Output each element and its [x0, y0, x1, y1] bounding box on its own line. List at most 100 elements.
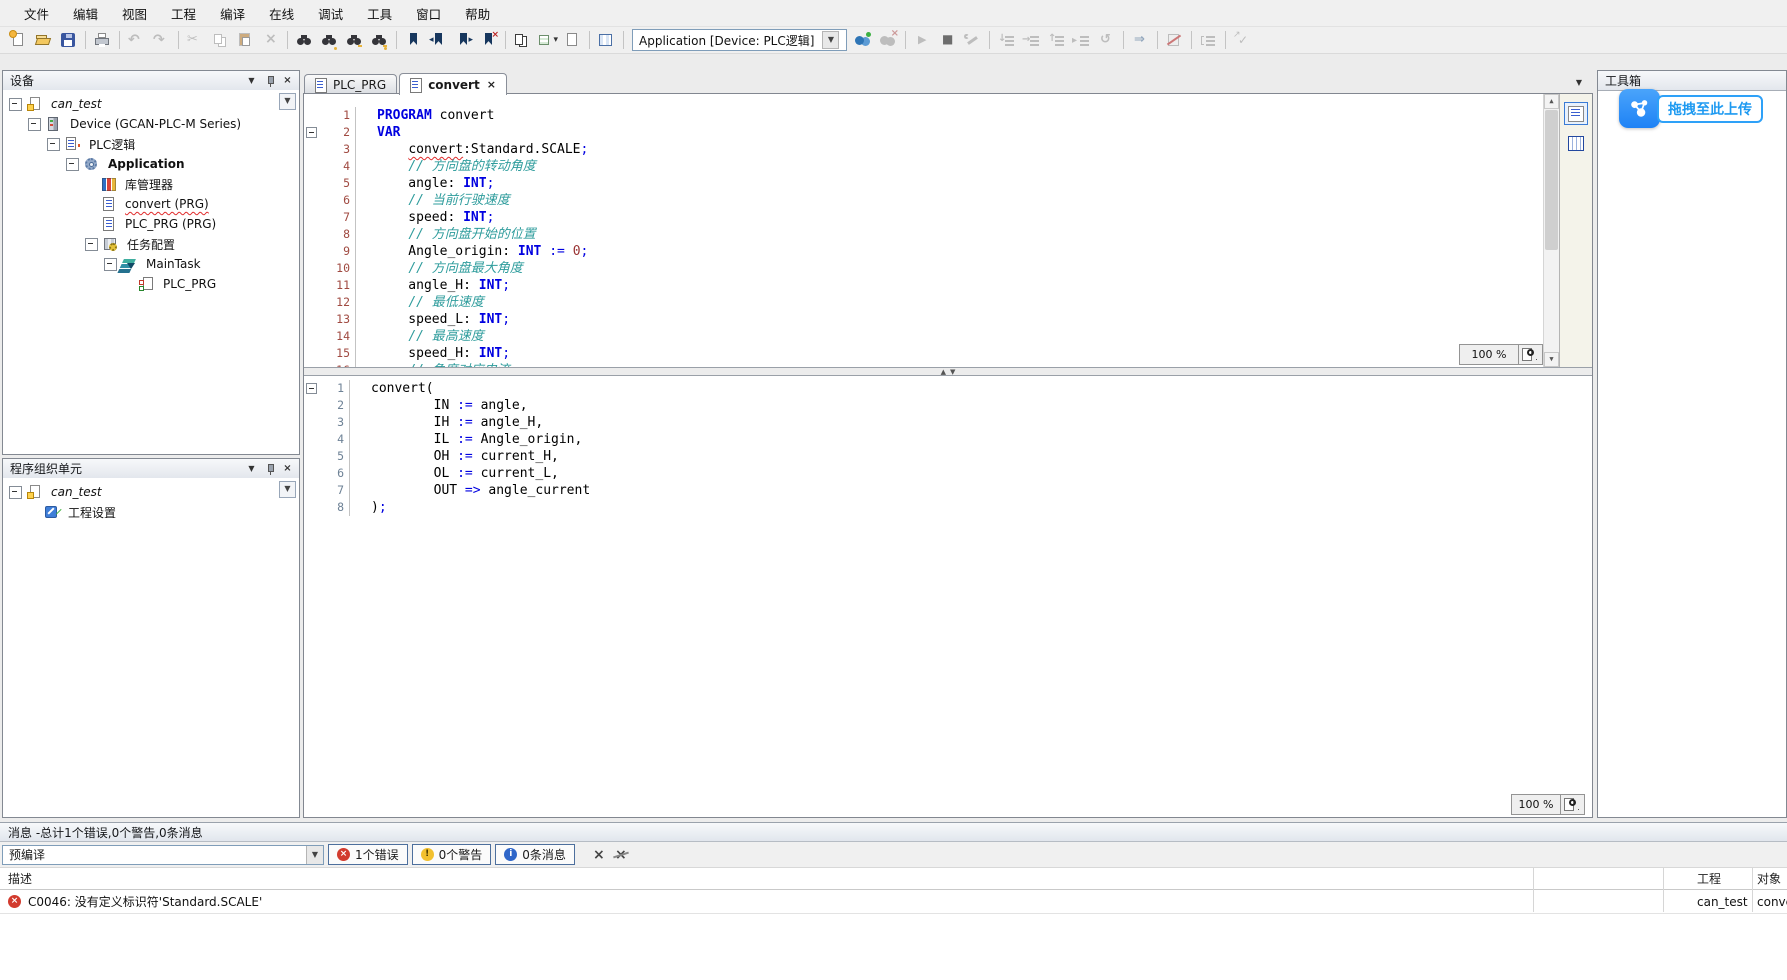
start-icon[interactable] [910, 28, 935, 52]
implementation-line-4[interactable]: 4 IL := Angle_origin, [304, 431, 1544, 448]
menu-item-project[interactable]: 工程 [159, 0, 208, 27]
menu-item-window[interactable]: 窗口 [404, 0, 453, 27]
textual-view-button[interactable] [1564, 102, 1588, 125]
tree-item-maintask-plc-prg[interactable]: PLC_PRG [3, 274, 299, 294]
tree-item-project-settings[interactable]: 工程设置 [3, 502, 299, 522]
menu-item-debug[interactable]: 调试 [306, 0, 355, 27]
implementation-line-6[interactable]: 6 OL := current_L, [304, 465, 1544, 482]
splitter-up-icon[interactable]: ▲ [941, 368, 946, 376]
tabular-view-button[interactable] [1564, 132, 1588, 155]
find-icon[interactable] [292, 28, 317, 52]
next-statement-icon[interactable] [1128, 28, 1153, 52]
force-values-icon[interactable] [1162, 28, 1187, 52]
undo-icon[interactable] [124, 28, 149, 52]
tab-close-icon[interactable]: × [487, 79, 496, 90]
column-divider[interactable] [1663, 868, 1664, 912]
implementation-editor[interactable]: 1convert(2 IN := angle,3 IH := angle_H,4… [304, 376, 1592, 817]
stop-icon[interactable] [935, 28, 960, 52]
device-grid-icon[interactable] [594, 28, 619, 52]
replace-in-project-icon[interactable] [367, 28, 392, 52]
new-project-icon[interactable] [6, 28, 31, 52]
multi-copy-icon[interactable] [510, 28, 535, 52]
tab-plc-prg[interactable]: PLC_PRG [304, 74, 397, 95]
declaration-line-7[interactable]: 7 speed: INT; [304, 209, 1544, 226]
previous-bookmark-icon[interactable] [426, 28, 451, 52]
declaration-line-5[interactable]: 5 angle: INT; [304, 175, 1544, 192]
run-to-cursor-icon[interactable] [1069, 28, 1094, 52]
implementation-line-7[interactable]: 7 OUT => angle_current [304, 482, 1544, 499]
scrollbar-thumb[interactable] [1545, 110, 1558, 250]
pous-pin-icon[interactable] [262, 462, 277, 476]
implementation-line-8[interactable]: 8); [304, 499, 1544, 516]
pous-close-icon[interactable]: × [280, 462, 295, 476]
delete-icon[interactable] [258, 28, 283, 52]
implementation-zoom-icon[interactable] [1560, 794, 1585, 815]
scroll-down-icon[interactable]: ▼ [1544, 352, 1559, 367]
menu-item-online[interactable]: 在线 [257, 0, 306, 27]
declaration-zoom-icon[interactable] [1518, 344, 1543, 365]
declaration-line-13[interactable]: 13 speed_L: INT; [304, 311, 1544, 328]
logout-icon[interactable] [876, 28, 901, 52]
combo-dropdown-icon[interactable]: ▼ [822, 31, 839, 49]
declaration-line-4[interactable]: 4 // 方向盘的转动角度 [304, 158, 1544, 175]
devices-dropdown-icon[interactable]: ▼ [244, 74, 259, 88]
column-divider[interactable] [1533, 868, 1534, 912]
open-project-icon[interactable] [31, 28, 56, 52]
implementation-line-5[interactable]: 5 OH := current_H, [304, 448, 1544, 465]
pous-dropdown-icon[interactable]: ▼ [244, 462, 259, 476]
copy-icon[interactable] [208, 28, 233, 52]
paste-icon[interactable] [233, 28, 258, 52]
new-object-icon[interactable] [560, 28, 585, 52]
declaration-zoom-level[interactable]: 100 % [1459, 344, 1519, 365]
save-project-icon[interactable] [56, 28, 81, 52]
declaration-line-15[interactable]: 15 speed_H: INT; [304, 345, 1544, 362]
implementation-line-1[interactable]: 1convert( [304, 380, 1544, 397]
infos-filter-button[interactable]: i 0条消息 [495, 844, 575, 865]
reset-icon[interactable] [1094, 28, 1119, 52]
errors-filter-button[interactable]: × 1个错误 [328, 844, 408, 865]
step-out-icon[interactable] [1044, 28, 1069, 52]
declaration-line-12[interactable]: 12 // 最低速度 [304, 294, 1544, 311]
upload-here-label[interactable]: 拖拽至此上传 [1657, 95, 1763, 123]
menu-item-file[interactable]: 文件 [12, 0, 61, 27]
declaration-line-9[interactable]: 9 Angle_origin: INT := 0; [304, 243, 1544, 260]
pous-tree-dropdown-button[interactable]: ▼ [279, 481, 296, 498]
print-icon[interactable] [90, 28, 115, 52]
implementation-line-2[interactable]: 2 IN := angle, [304, 397, 1544, 414]
declaration-line-8[interactable]: 8 // 方向盘开始的位置 [304, 226, 1544, 243]
devices-pin-icon[interactable] [262, 74, 277, 88]
menu-item-tools[interactable]: 工具 [355, 0, 404, 27]
declaration-line-6[interactable]: 6 // 当前行驶速度 [304, 192, 1544, 209]
menu-item-view[interactable]: 视图 [110, 0, 159, 27]
column-divider[interactable] [1752, 868, 1753, 912]
tree-item-task-configuration[interactable]: 任务配置 [3, 234, 299, 254]
tree-item-library-manager[interactable]: 库管理器 [3, 174, 299, 194]
column-project[interactable]: 工程 [1663, 870, 1752, 887]
clear-bookmarks-icon[interactable] [476, 28, 501, 52]
step-into-icon[interactable] [1019, 28, 1044, 52]
tree-item-project-can-test[interactable]: can_test [3, 482, 299, 502]
netdisk-cloud-icon[interactable] [1619, 89, 1660, 128]
next-bookmark-icon[interactable] [451, 28, 476, 52]
splitter-down-icon[interactable]: ▼ [950, 368, 955, 376]
drag-upload-widget[interactable]: 拖拽至此上传 [1619, 89, 1763, 128]
clear-all-messages-icon[interactable]: × [611, 848, 631, 862]
devices-close-icon[interactable]: × [280, 74, 295, 88]
declaration-line-10[interactable]: 10 // 方向盘最大角度 [304, 260, 1544, 277]
toggle-bookmark-icon[interactable] [401, 28, 426, 52]
menu-item-edit[interactable]: 编辑 [61, 0, 110, 27]
column-description[interactable]: 描述 [0, 870, 1533, 887]
implementation-zoom-level[interactable]: 100 % [1511, 794, 1561, 815]
tree-item-application[interactable]: Application [3, 154, 299, 174]
scroll-up-icon[interactable]: ▲ [1544, 94, 1559, 109]
column-object[interactable]: 对象 [1752, 870, 1787, 887]
devices-tree-dropdown-button[interactable]: ▼ [279, 93, 296, 110]
redo-icon[interactable] [149, 28, 174, 52]
declaration-line-1[interactable]: 1PROGRAM convert [304, 107, 1544, 124]
find-in-project-icon[interactable] [342, 28, 367, 52]
build-check-icon[interactable] [1230, 28, 1255, 52]
message-category-combo[interactable]: 预编译 ▼ [2, 845, 324, 865]
combo-dropdown-icon[interactable]: ▼ [306, 846, 323, 864]
tree-item-plc-logic[interactable]: PLC逻辑 [3, 134, 299, 154]
tab-convert[interactable]: convert× [399, 73, 507, 95]
